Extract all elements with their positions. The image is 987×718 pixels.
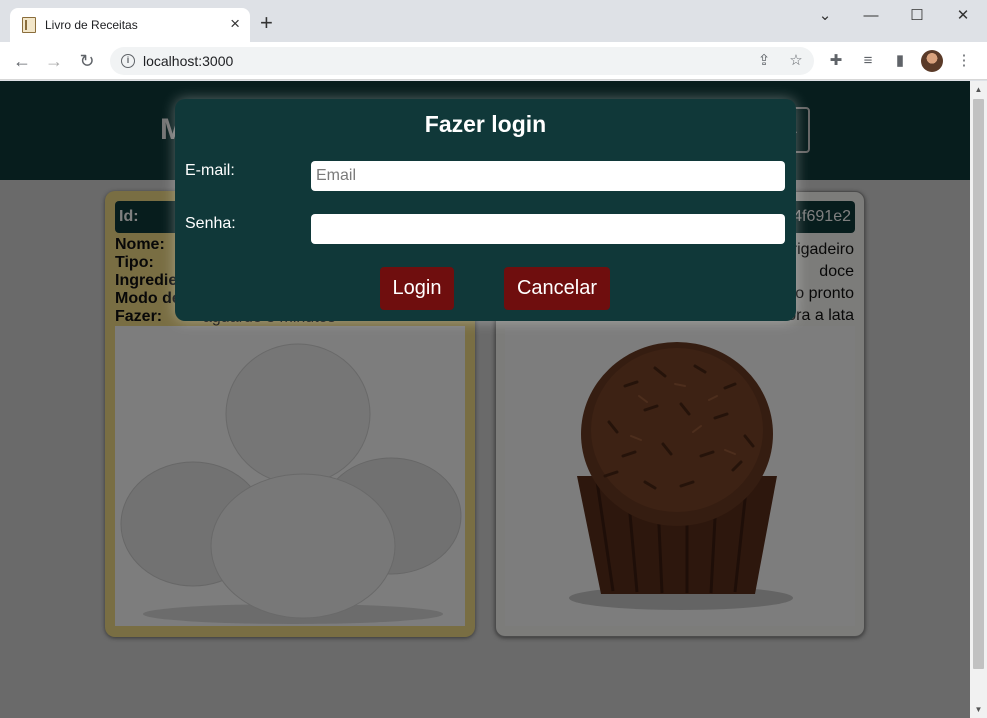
- tab-search-chevron-icon[interactable]: ⌄: [805, 6, 845, 26]
- bookmark-star-icon[interactable]: ☆: [786, 51, 806, 71]
- cancel-button[interactable]: Cancelar: [504, 267, 610, 310]
- forward-arrow-icon[interactable]: →: [42, 49, 66, 73]
- email-label: E-mail:: [185, 162, 235, 179]
- browser-menu-icon[interactable]: ⋮: [954, 51, 974, 71]
- page-scrollbar[interactable]: ▲ ▼: [970, 81, 987, 718]
- back-arrow-icon[interactable]: ←: [10, 49, 34, 73]
- maximize-icon[interactable]: ☐: [897, 6, 937, 26]
- browser-tab[interactable]: Livro de Receitas ×: [10, 8, 250, 42]
- book-favicon-icon: [22, 17, 36, 33]
- minimize-icon[interactable]: —: [851, 6, 891, 26]
- scroll-down-arrow-icon[interactable]: ▼: [970, 701, 987, 718]
- browser-titlebar: Livro de Receitas × + ⌄ — ☐ ✕: [0, 0, 987, 42]
- password-label: Senha:: [185, 215, 236, 232]
- reload-icon[interactable]: ↻: [75, 49, 99, 73]
- login-button[interactable]: Login: [380, 267, 454, 310]
- scroll-up-arrow-icon[interactable]: ▲: [970, 81, 987, 98]
- side-panel-icon[interactable]: ▮: [890, 51, 910, 71]
- password-input[interactable]: [311, 214, 785, 244]
- new-tab-icon[interactable]: +: [260, 12, 273, 34]
- scroll-thumb[interactable]: [973, 99, 984, 669]
- window-close-icon[interactable]: ✕: [943, 6, 983, 26]
- extensions-puzzle-icon[interactable]: ✚: [826, 51, 846, 71]
- site-info-icon[interactable]: i: [121, 54, 135, 68]
- media-queue-icon[interactable]: ≡: [858, 51, 878, 71]
- modal-title: Fazer login: [424, 111, 547, 137]
- address-bar[interactable]: i localhost:3000 ⇪ ☆: [110, 47, 814, 75]
- share-icon[interactable]: ⇪: [754, 51, 774, 71]
- url-text[interactable]: localhost:3000: [143, 53, 233, 69]
- browser-toolbar: ← → ↻ i localhost:3000 ⇪ ☆ ✚ ≡ ▮ ⋮: [0, 42, 987, 80]
- tab-title: Livro de Receitas: [45, 18, 138, 32]
- login-modal: Fazer login E-mail: Senha: Login Cancela…: [175, 99, 796, 321]
- tab-close-icon[interactable]: ×: [230, 14, 240, 34]
- email-input[interactable]: [311, 161, 785, 191]
- profile-avatar[interactable]: [921, 50, 943, 72]
